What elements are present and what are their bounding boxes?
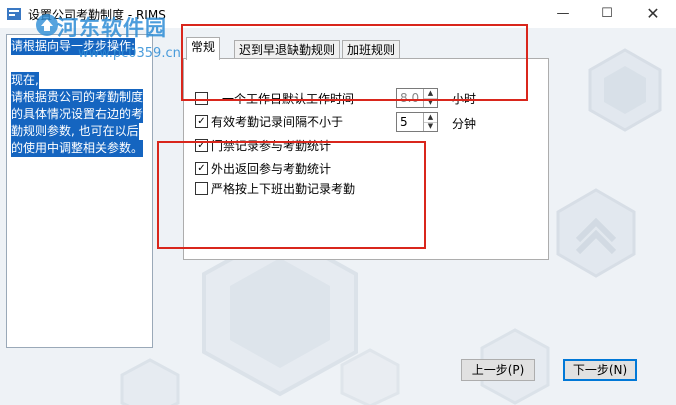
background-hexagon-icon bbox=[120, 358, 180, 405]
spin-down-icon[interactable]: ▼ bbox=[424, 122, 437, 131]
background-hexagon-icon bbox=[340, 348, 400, 405]
app-icon bbox=[7, 8, 21, 20]
guide-panel: 请根据向导一步步操作: 现在, 请根据贵公司的考勤制度 的具体情况设置右边的考 … bbox=[6, 34, 153, 348]
close-icon[interactable]: ✕ bbox=[630, 0, 676, 28]
min-interval-unit: 分钟 bbox=[452, 117, 477, 131]
background-hexagon-icon bbox=[588, 48, 662, 132]
guide-line: 现在, bbox=[11, 72, 39, 89]
guide-line: 的具体情况设置右边的考 bbox=[11, 106, 144, 123]
min-interval-label: 有效考勤记录间隔不小于 bbox=[211, 115, 344, 129]
watermark-brand: 河东软件园 bbox=[57, 16, 167, 40]
spin-buttons: ▲ ▼ bbox=[423, 113, 437, 131]
annotation-box-tabs bbox=[181, 24, 528, 101]
maximize-icon[interactable]: ☐ bbox=[584, 0, 630, 28]
guide-line: 勤规则参数, 也可在以后 bbox=[11, 123, 139, 140]
background-hexagon-icon bbox=[556, 188, 636, 278]
tab-general[interactable]: 常规 bbox=[186, 37, 221, 60]
guide-line: 请根据贵公司的考勤制度 bbox=[11, 89, 144, 106]
min-interval-value: 5 bbox=[400, 115, 408, 129]
minimize-icon[interactable]: — bbox=[540, 0, 586, 28]
previous-button[interactable]: 上一步(P) bbox=[461, 359, 535, 381]
watermark-url: www.pc0359.cn bbox=[78, 46, 181, 61]
min-interval-checkbox[interactable]: ✓ bbox=[195, 115, 208, 128]
min-interval-stepper[interactable]: 5 ▲ ▼ bbox=[396, 112, 438, 132]
annotation-box-options bbox=[157, 141, 426, 249]
next-button[interactable]: 下一步(N) bbox=[563, 359, 637, 381]
guide-line: 的使用中调整相关参数。 bbox=[11, 140, 144, 157]
